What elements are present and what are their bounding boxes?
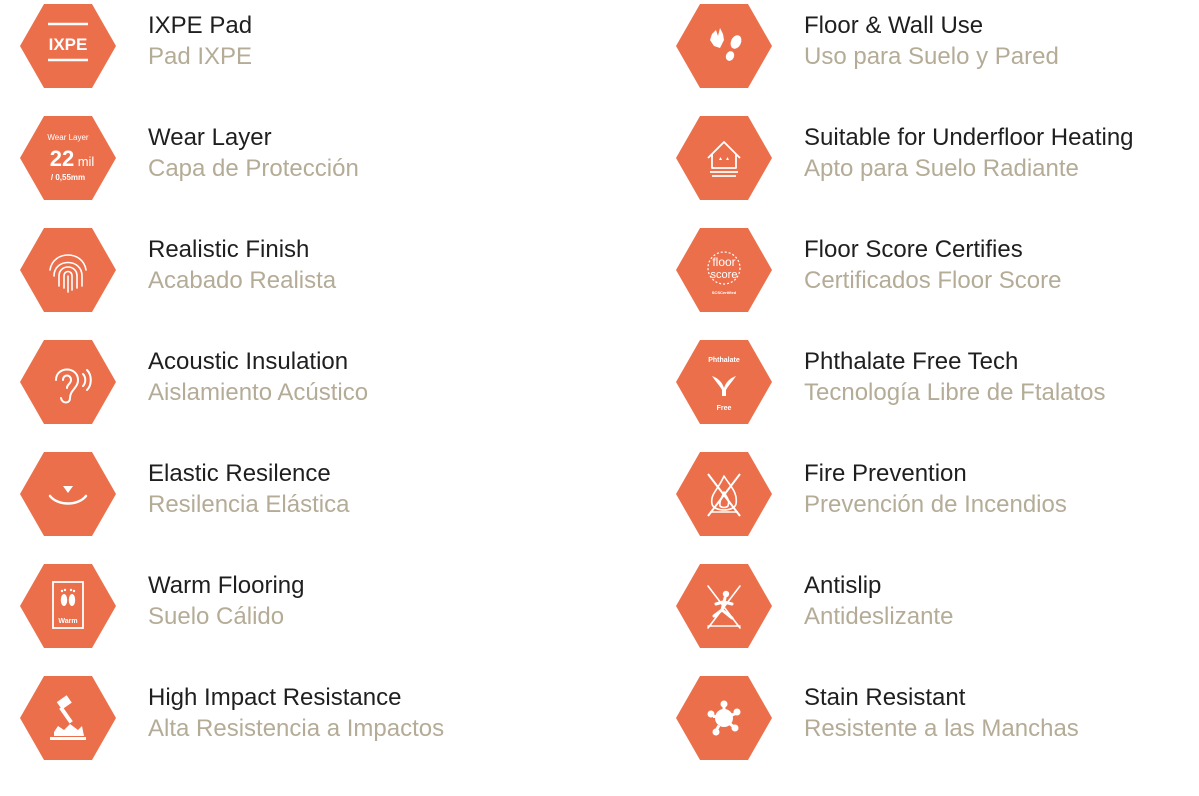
feature-subtitle: Aislamiento Acústico — [148, 379, 369, 406]
warm-badge-text: Warm — [58, 618, 77, 625]
feature-title: Floor & Wall Use — [804, 12, 984, 39]
feature-subtitle: Prevención de Incendios — [804, 491, 1067, 518]
feature-title: Elastic Resilence — [148, 460, 331, 487]
wear-badge-value: 22 — [50, 146, 74, 171]
wear-badge-top: Wear Layer — [47, 133, 89, 142]
feature-subtitle: Pad IXPE — [148, 43, 253, 70]
fingerprint-icon — [20, 222, 116, 318]
phthalate-badge-top: Phthalate — [708, 357, 740, 364]
feature-title: Fire Prevention — [804, 460, 967, 487]
feature-title: Antislip — [804, 572, 882, 599]
feature-title: Realistic Finish — [148, 236, 310, 263]
antislip-person-icon — [676, 558, 772, 654]
feature-title: IXPE Pad — [148, 12, 253, 39]
floorscore-badge-sub: SCSCertified — [712, 290, 737, 295]
ear-sound-icon — [20, 334, 116, 430]
feature-subtitle: Alta Resistencia a Impactos — [148, 715, 445, 742]
feature-title: Warm Flooring — [148, 572, 305, 599]
impact-hammer-icon — [20, 670, 116, 766]
ixpe-badge-text: IXPE — [49, 35, 88, 54]
hand-foot-icon — [676, 0, 772, 94]
feature-subtitle: Suelo Cálido — [148, 603, 285, 630]
floorscore-badge-top: floor — [712, 255, 735, 269]
feature-title: Wear Layer — [148, 124, 272, 151]
elastic-curve-icon — [20, 446, 116, 542]
feature-subtitle: Uso para Suelo y Pared — [804, 43, 1059, 70]
feature-title: Phthalate Free Tech — [804, 348, 1019, 375]
wear-badge-sub: / 0,55mm — [51, 173, 85, 182]
no-fire-icon — [676, 446, 772, 542]
ixpe-pad-icon: IXPE — [20, 0, 116, 94]
feature-subtitle: Antideslizante — [804, 603, 954, 630]
phthalate-badge-sub: Free — [717, 405, 732, 412]
feature-title: Suitable for Underfloor Heating — [804, 124, 1134, 151]
feature-subtitle: Apto para Suelo Radiante — [804, 155, 1079, 182]
feature-title: Acoustic Insulation — [148, 348, 349, 375]
stain-splash-icon — [676, 670, 772, 766]
house-heating-icon — [676, 110, 772, 206]
feature-title: High Impact Resistance — [148, 684, 402, 711]
feature-subtitle: Capa de Protección — [148, 155, 359, 182]
wear-badge-unit: mil — [78, 154, 95, 169]
wear-layer-icon: Wear Layer 22 mil / 0,55mm — [20, 110, 116, 206]
floorscore-badge-value: score — [711, 269, 738, 281]
feature-subtitle: Resistente a las Manchas — [804, 715, 1079, 742]
feature-subtitle: Resilencia Elástica — [148, 491, 350, 518]
feature-subtitle: Acabado Realista — [148, 267, 337, 294]
feature-subtitle: Tecnología Libre de Ftalatos — [804, 379, 1106, 406]
feature-title: Stain Resistant — [804, 684, 966, 711]
warm-feet-icon: Warm — [20, 558, 116, 654]
phthalate-bird-icon: Phthalate Free — [676, 334, 772, 430]
feature-subtitle: Certificados Floor Score — [804, 267, 1062, 294]
features-grid: IXPE IXPE Pad Pad IXPE Wear Layer 22 mil… — [0, 0, 1199, 796]
feature-title: Floor Score Certifies — [804, 236, 1023, 263]
floorscore-icon: floor score SCSCertified — [676, 222, 772, 318]
